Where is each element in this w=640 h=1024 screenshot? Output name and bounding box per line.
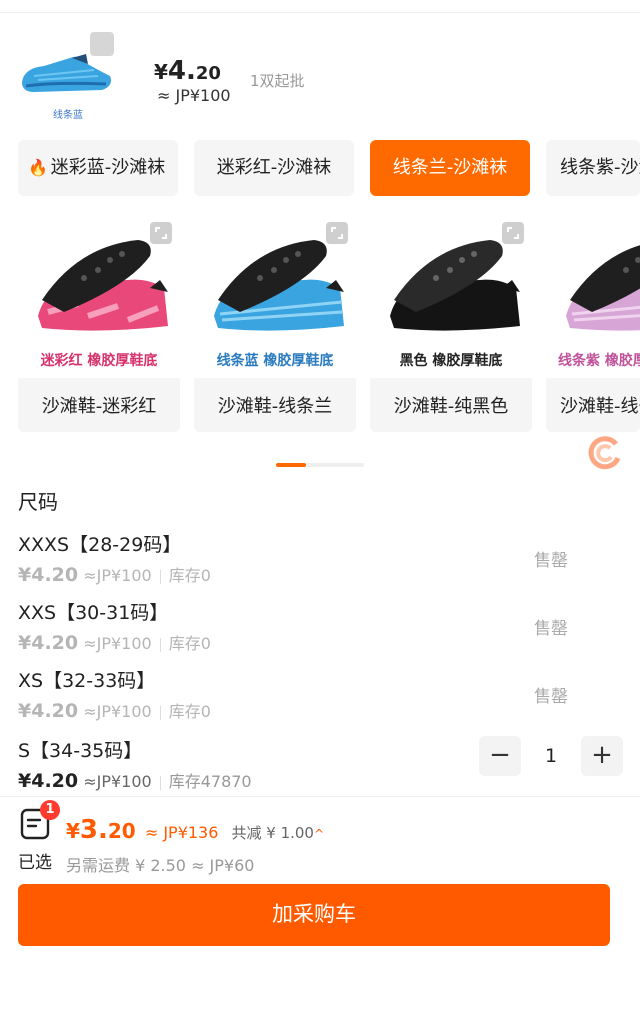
increment-button[interactable]: + — [581, 736, 623, 776]
color-tab-label: 线条紫-沙滩袜 — [560, 157, 640, 178]
size-name: XXS【30-31码】 — [18, 602, 169, 624]
footer-divider — [0, 796, 640, 797]
product-label: 沙滩鞋-线条紫 — [560, 396, 640, 417]
color-tab-label: 迷彩蓝-沙滩袜 — [50, 157, 166, 178]
product-image-caption: 线条紫 橡胶厚鞋底 — [558, 353, 640, 369]
size-price: ¥4.20 — [18, 700, 79, 722]
selected-label[interactable]: 已选 — [18, 848, 52, 873]
divider — [159, 705, 161, 720]
size-meta: ¥4.20 ≈JP¥100 库存0 — [18, 698, 211, 722]
total-approx: ≈ JP¥136 — [144, 823, 219, 842]
divider — [159, 637, 161, 652]
discount-text[interactable]: 共减 ¥ 1.00 — [232, 824, 314, 842]
size-row: XXS【30-31码】 ¥4.20 ≈JP¥100 库存0 售罄 — [18, 598, 628, 664]
size-row: XXXS【28-29码】 ¥4.20 ≈JP¥100 库存0 售罄 — [18, 530, 628, 596]
color-tab-3[interactable]: 线条紫-沙滩袜 — [546, 140, 640, 196]
product-label: 沙滩鞋-线条兰 — [217, 396, 333, 417]
carousel-indicator-active — [276, 463, 306, 467]
quantity-stepper[interactable]: − 1 + — [479, 736, 623, 776]
product-card-0[interactable]: 迷彩红 橡胶厚鞋底 沙滩鞋-迷彩红 — [18, 216, 180, 432]
price-approx-jpy: ≈ JP¥100 — [157, 86, 231, 105]
selected-count-badge: 1 — [40, 800, 60, 820]
quantity-value[interactable]: 1 — [521, 736, 581, 776]
size-price: ¥4.20 — [18, 564, 79, 586]
carousel-indicator — [276, 463, 364, 467]
shipping-fee: 另需运费 ¥ 2.50 ≈ JP¥60 — [66, 856, 255, 875]
size-name: S【34-35码】 — [18, 740, 143, 762]
size-name: XS【32-33码】 — [18, 670, 156, 692]
size-row: S【34-35码】 ¥4.20 ≈JP¥100 库存47870 − 1 + — [18, 736, 628, 802]
thumbnail-caption: 线条蓝 — [53, 110, 83, 121]
product-image: 线条紫 橡胶厚鞋底 — [546, 216, 640, 378]
floating-logo-icon[interactable] — [582, 430, 626, 474]
product-image-caption: 线条蓝 橡胶厚鞋底 — [216, 353, 334, 369]
color-tab-label: 迷彩红-沙滩袜 — [216, 157, 332, 178]
size-approx: ≈JP¥100 — [83, 566, 152, 585]
size-stock: 库存0 — [168, 702, 211, 721]
size-row: XS【32-33码】 ¥4.20 ≈JP¥100 库存0 售罄 — [18, 666, 628, 732]
size-approx: ≈JP¥100 — [83, 772, 152, 791]
sold-out-label: 售罄 — [534, 619, 568, 639]
sold-out-label: 售罄 — [534, 551, 568, 571]
color-tab-1[interactable]: 迷彩红-沙滩袜 — [194, 140, 354, 196]
size-name: XXXS【28-29码】 — [18, 534, 182, 556]
size-stock: 库存47870 — [168, 772, 252, 791]
product-card-1[interactable]: 线条蓝 橡胶厚鞋底 沙滩鞋-线条兰 — [194, 216, 356, 432]
divider — [159, 775, 161, 790]
expand-icon[interactable] — [90, 32, 114, 56]
min-order-qty: 1双起批 — [250, 72, 305, 90]
size-approx: ≈JP¥100 — [83, 634, 152, 653]
product-label: 沙滩鞋-纯黑色 — [393, 396, 509, 417]
size-stock: 库存0 — [168, 566, 211, 585]
size-stock: 库存0 — [168, 634, 211, 653]
decrement-button[interactable]: − — [479, 736, 521, 776]
sold-out-label: 售罄 — [534, 687, 568, 707]
product-card-3[interactable]: 线条紫 橡胶厚鞋底 沙滩鞋-线条紫 — [546, 216, 640, 432]
expand-icon[interactable] — [502, 222, 524, 244]
size-price: ¥4.20 — [18, 770, 79, 792]
chevron-up-icon[interactable]: ^ — [314, 827, 324, 841]
color-tab-0[interactable]: 🔥 迷彩蓝-沙滩袜 — [18, 140, 178, 196]
product-image-caption: 迷彩红 橡胶厚鞋底 — [40, 353, 158, 369]
size-meta: ¥4.20 ≈JP¥100 库存47870 — [18, 768, 252, 792]
product-image-caption: 黑色 橡胶厚鞋底 — [399, 353, 503, 369]
add-to-purchase-cart-button[interactable]: 加采购车 — [18, 884, 610, 946]
top-divider — [0, 12, 640, 13]
size-meta: ¥4.20 ≈JP¥100 库存0 — [18, 630, 211, 654]
total-price: ¥3.20 ≈ JP¥136 共减 ¥ 1.00^ — [66, 815, 325, 845]
expand-icon[interactable] — [150, 222, 172, 244]
color-tab-label: 线条兰-沙滩袜 — [392, 157, 508, 178]
divider — [159, 569, 161, 584]
expand-icon[interactable] — [326, 222, 348, 244]
product-label: 沙滩鞋-迷彩红 — [41, 396, 157, 417]
size-meta: ¥4.20 ≈JP¥100 库存0 — [18, 562, 211, 586]
color-tab-2[interactable]: 线条兰-沙滩袜 — [370, 140, 530, 196]
size-approx: ≈JP¥100 — [83, 702, 152, 721]
size-section-title: 尺码 — [18, 490, 58, 514]
flame-icon: 🔥 — [28, 158, 48, 177]
unit-price: ¥4.20 — [154, 56, 221, 86]
size-price: ¥4.20 — [18, 632, 79, 654]
product-card-2[interactable]: 黑色 橡胶厚鞋底 沙滩鞋-纯黑色 — [370, 216, 532, 432]
